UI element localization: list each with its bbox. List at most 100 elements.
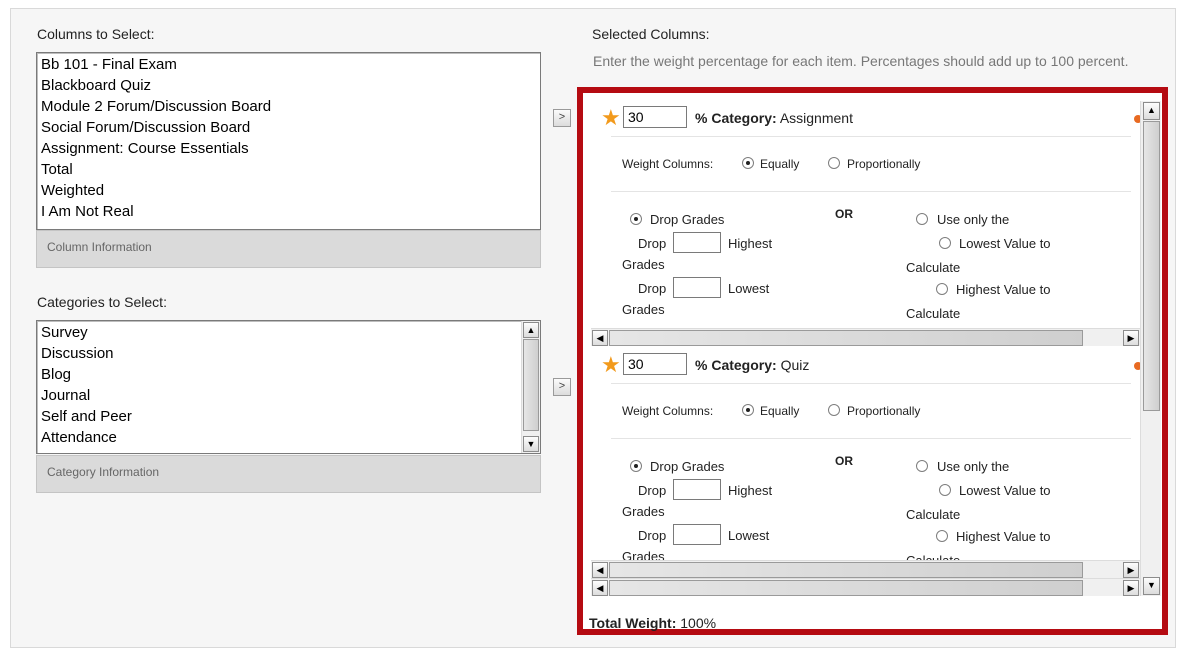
- lowest-value-radio[interactable]: [939, 484, 951, 496]
- scroll-down-icon[interactable]: ▼: [1143, 577, 1160, 595]
- scroll-left-icon[interactable]: ◀: [592, 330, 608, 346]
- list-item[interactable]: Social Forum/Discussion Board: [41, 117, 540, 138]
- category-name: Quiz: [780, 357, 810, 373]
- weight-input[interactable]: 30: [623, 353, 687, 375]
- column-information-panel: Column Information: [36, 230, 541, 268]
- use-only-radio[interactable]: [916, 213, 928, 225]
- total-weight: Total Weight: 100%: [589, 615, 716, 631]
- weight-columns-label: Weight Columns:: [622, 157, 714, 171]
- categories-scrollbar[interactable]: ▲ ▼: [521, 321, 540, 453]
- drop-highest-input[interactable]: [673, 479, 721, 500]
- list-item[interactable]: Discussion: [41, 343, 520, 364]
- lowest-label: Lowest: [728, 281, 770, 296]
- list-item[interactable]: Module 2 Forum/Discussion Board: [41, 96, 540, 117]
- scroll-thumb[interactable]: [609, 580, 1083, 596]
- highest-label: Highest: [728, 236, 773, 251]
- horizontal-scrollbar[interactable]: ◀ ▶: [591, 328, 1140, 346]
- proportionally-label: Proportionally: [847, 157, 921, 171]
- scroll-thumb[interactable]: [523, 339, 539, 431]
- selected-columns-label: Selected Columns:: [592, 26, 710, 42]
- drop-highest-input[interactable]: [673, 232, 721, 253]
- equally-radio[interactable]: [742, 404, 754, 416]
- divider: [611, 383, 1131, 384]
- lowest-value-label: Lowest Value to: [959, 236, 1051, 251]
- category-prefix: % Category:: [695, 110, 777, 126]
- calculate-label: Calculate: [906, 507, 961, 522]
- category-block-quiz: ★ 30 % Category: Quiz Weight Columns: Eq…: [591, 348, 1140, 596]
- scroll-up-icon[interactable]: ▲: [523, 322, 539, 338]
- grades-label: Grades: [622, 257, 665, 272]
- list-item[interactable]: Self and Peer: [41, 406, 520, 427]
- total-weight-label: Total Weight:: [589, 615, 677, 631]
- divider: [611, 438, 1131, 439]
- highest-value-label: Highest Value to: [956, 529, 1051, 544]
- or-label: OR: [835, 454, 853, 468]
- use-only-label: Use only the: [937, 212, 1010, 227]
- use-only-label: Use only the: [937, 459, 1010, 474]
- or-label: OR: [835, 207, 853, 221]
- scroll-thumb[interactable]: [609, 562, 1083, 578]
- equally-radio[interactable]: [742, 157, 754, 169]
- move-column-button[interactable]: >: [553, 109, 571, 127]
- list-item[interactable]: Assignment: Course Essentials: [41, 138, 540, 159]
- list-item[interactable]: Weighted: [41, 180, 540, 201]
- use-only-radio[interactable]: [916, 460, 928, 472]
- category-prefix: % Category:: [695, 357, 777, 373]
- grades-label: Grades: [622, 302, 665, 317]
- categories-listbox[interactable]: Survey Discussion Blog Journal Self and …: [36, 320, 541, 454]
- drop-grades-label: Drop Grades: [650, 459, 725, 474]
- lowest-value-label: Lowest Value to: [959, 483, 1051, 498]
- drop-label: Drop: [638, 528, 667, 543]
- list-item[interactable]: Attendance: [41, 427, 520, 448]
- selected-columns-scrollbar[interactable]: ▲ ▼: [1140, 101, 1161, 596]
- columns-listbox[interactable]: Bb 101 - Final Exam Blackboard Quiz Modu…: [36, 52, 541, 230]
- list-item[interactable]: Journal: [41, 385, 520, 406]
- drop-label: Drop: [638, 236, 667, 251]
- proportionally-radio[interactable]: [828, 404, 840, 416]
- scroll-right-icon[interactable]: ▶: [1123, 580, 1139, 596]
- scroll-left-icon[interactable]: ◀: [592, 562, 608, 578]
- categories-to-select-label: Categories to Select:: [37, 294, 167, 310]
- list-item[interactable]: Total: [41, 159, 540, 180]
- scroll-thumb[interactable]: [1143, 121, 1160, 411]
- scroll-right-icon[interactable]: ▶: [1123, 330, 1139, 346]
- lowest-label: Lowest: [728, 528, 770, 543]
- scroll-left-icon[interactable]: ◀: [592, 580, 608, 596]
- calculate-label: Calculate: [906, 306, 961, 321]
- move-category-button[interactable]: >: [553, 378, 571, 396]
- equally-label: Equally: [760, 404, 800, 418]
- weight-input[interactable]: 30: [623, 106, 687, 128]
- required-star-icon: ★: [601, 352, 621, 377]
- drop-lowest-input[interactable]: [673, 524, 721, 545]
- weight-instructions: Enter the weight percentage for each ite…: [593, 53, 1129, 69]
- scroll-thumb[interactable]: [609, 330, 1083, 346]
- drop-grades-label: Drop Grades: [650, 212, 725, 227]
- category-information-panel: Category Information: [36, 455, 541, 493]
- lowest-value-radio[interactable]: [939, 237, 951, 249]
- drop-grades-radio[interactable]: [630, 213, 642, 225]
- divider: [611, 191, 1131, 192]
- list-item[interactable]: Bb 101 - Final Exam: [41, 54, 540, 75]
- list-item[interactable]: Blog: [41, 364, 520, 385]
- highest-value-radio[interactable]: [936, 530, 948, 542]
- highest-value-radio[interactable]: [936, 283, 948, 295]
- outer-horizontal-scrollbar[interactable]: ◀ ▶: [591, 578, 1140, 596]
- category-block-assignment: ★ 30 % Category: Assignment Weight Colum…: [591, 101, 1140, 346]
- highest-value-label: Highest Value to: [956, 282, 1051, 297]
- scroll-down-icon[interactable]: ▼: [523, 436, 539, 452]
- list-item[interactable]: Survey: [41, 322, 520, 343]
- divider: [611, 136, 1131, 137]
- category-heading: % Category: Quiz: [695, 357, 809, 373]
- proportionally-radio[interactable]: [828, 157, 840, 169]
- scroll-right-icon[interactable]: ▶: [1123, 562, 1139, 578]
- equally-label: Equally: [760, 157, 800, 171]
- scroll-up-icon[interactable]: ▲: [1143, 102, 1160, 120]
- drop-grades-radio[interactable]: [630, 460, 642, 472]
- list-item[interactable]: I Am Not Real: [41, 201, 540, 222]
- drop-lowest-input[interactable]: [673, 277, 721, 298]
- selected-columns-highlight: ★ 30 % Category: Assignment Weight Colum…: [577, 87, 1168, 635]
- category-heading: % Category: Assignment: [695, 110, 853, 126]
- columns-to-select-label: Columns to Select:: [37, 26, 155, 42]
- list-item[interactable]: Blackboard Quiz: [41, 75, 540, 96]
- horizontal-scrollbar[interactable]: ◀ ▶: [591, 560, 1140, 579]
